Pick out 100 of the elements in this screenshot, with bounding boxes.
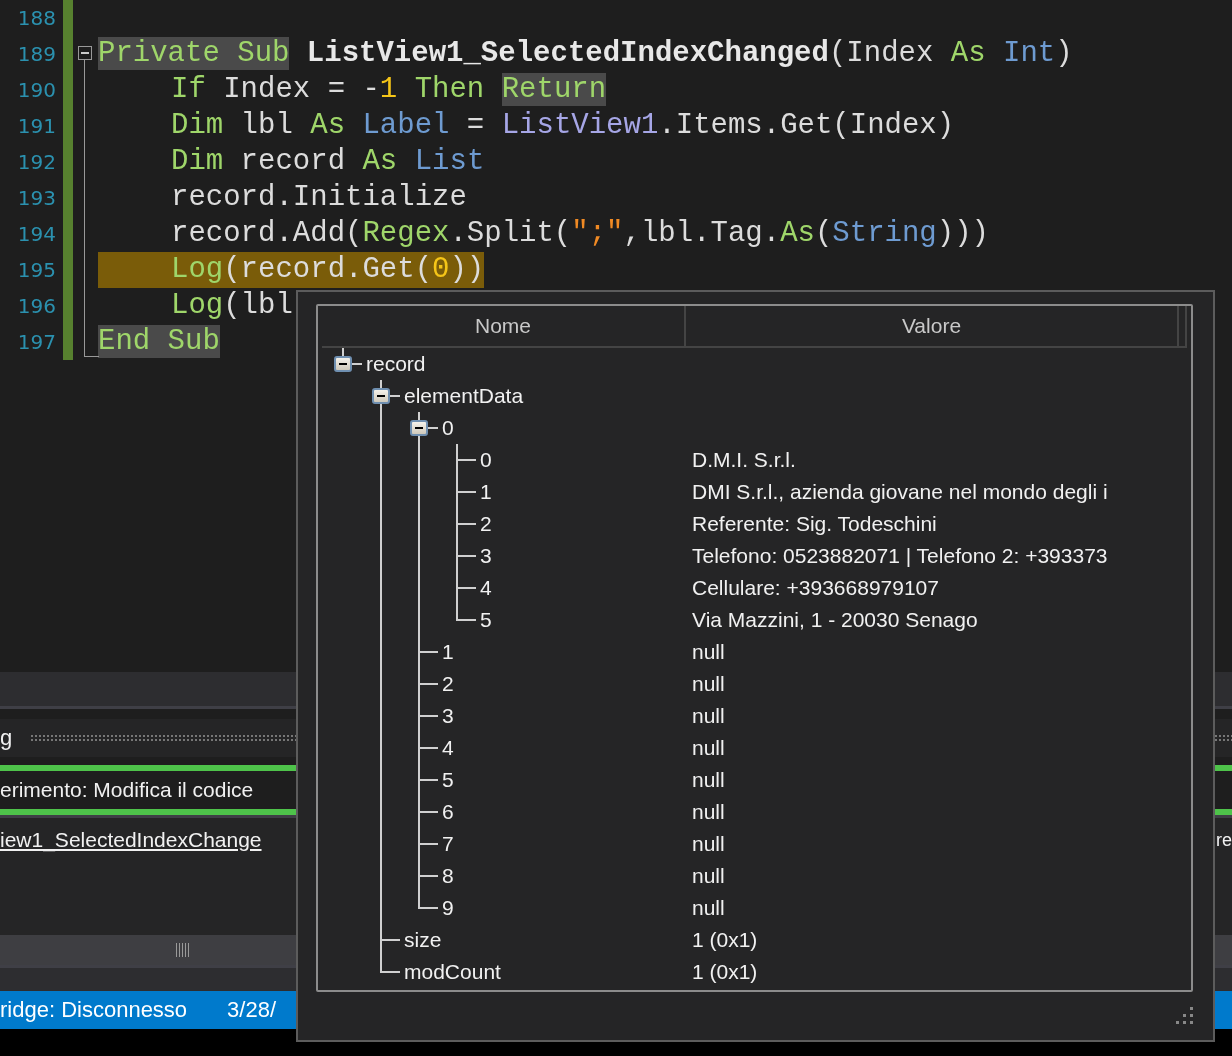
variable-value: null bbox=[692, 640, 725, 663]
variable-value: DMI S.r.l., azienda giovane nel mondo degli i bbox=[692, 480, 1108, 503]
code-token: List bbox=[413, 145, 485, 178]
variable-name: 0 bbox=[441, 415, 454, 441]
change-marker bbox=[63, 324, 73, 360]
code-token: (lbl bbox=[223, 289, 293, 322]
code-token: Log bbox=[171, 253, 224, 286]
variable-value: 1 (0x1) bbox=[692, 928, 758, 951]
collapse-icon[interactable] bbox=[78, 46, 92, 60]
variable-name: 4 bbox=[441, 735, 454, 761]
variable-value: null bbox=[692, 832, 725, 855]
code-token: = bbox=[465, 109, 486, 142]
code-token: record bbox=[239, 145, 347, 178]
line-number: 195 bbox=[16, 257, 56, 284]
code-token: ListView1_SelectedIndexChanged bbox=[305, 37, 829, 70]
resize-grip-icon[interactable] bbox=[1173, 1004, 1193, 1024]
code-token: Log bbox=[171, 289, 224, 322]
status-text: ridge: Disconnesso bbox=[0, 997, 188, 1023]
code-token: (Index bbox=[828, 37, 935, 70]
variable-value: null bbox=[692, 864, 725, 887]
variable-name: 0 bbox=[479, 447, 492, 473]
code-token: .Split( bbox=[449, 217, 572, 250]
code-token: Label bbox=[361, 109, 450, 142]
variable-name: 6 bbox=[441, 799, 454, 825]
code-token: As bbox=[950, 37, 986, 70]
code-token: Int bbox=[1001, 37, 1056, 70]
code-token: )) bbox=[449, 253, 485, 286]
variable-value: Cellulare: +393668979107 bbox=[692, 576, 939, 599]
change-marker bbox=[63, 0, 73, 36]
line-number: 196 bbox=[16, 293, 56, 320]
line-number: 189 bbox=[16, 41, 56, 68]
code-token: ListView1 bbox=[501, 109, 659, 142]
expand-toggle[interactable] bbox=[372, 388, 390, 404]
variable-name: 9 bbox=[441, 895, 454, 921]
status-date: 3/28/ bbox=[227, 997, 277, 1023]
variable-name: record bbox=[365, 351, 426, 377]
line-number: 188 bbox=[16, 5, 56, 32]
variable-name: 1 bbox=[479, 479, 492, 505]
line-number: 190 bbox=[16, 77, 56, 104]
variable-name: 5 bbox=[441, 767, 454, 793]
variable-value: null bbox=[692, 704, 725, 727]
variable-name: size bbox=[403, 927, 442, 953]
code-token: ))) bbox=[936, 217, 989, 250]
variable-value: Telefono: 0523882071 | Telefono 2: +393373 bbox=[692, 544, 1108, 567]
variable-value: D.M.I. S.r.l. bbox=[692, 448, 796, 471]
panel-tab[interactable]: g bbox=[0, 725, 31, 751]
variable-value: null bbox=[692, 672, 725, 695]
code-token: 0 bbox=[432, 253, 450, 286]
variable-name: 7 bbox=[441, 831, 454, 857]
variable-name: 4 bbox=[479, 575, 492, 601]
method-link[interactable]: iew1_SelectedIndexChange bbox=[0, 828, 262, 852]
line-number: 192 bbox=[16, 149, 56, 176]
code-token: ) bbox=[1055, 37, 1073, 70]
variable-value: null bbox=[692, 800, 725, 823]
variable-value: null bbox=[692, 768, 725, 791]
code-token: ,lbl.Tag. bbox=[623, 217, 781, 250]
code-token: As bbox=[310, 109, 346, 142]
code-token: ( bbox=[814, 217, 833, 250]
column-header[interactable]: Nome bbox=[322, 306, 686, 346]
code-token: record.Add( bbox=[171, 217, 363, 250]
variable-name: 2 bbox=[479, 511, 492, 537]
code-token: Private Sub bbox=[98, 37, 290, 70]
code-token: Dim bbox=[171, 109, 224, 142]
expand-toggle[interactable] bbox=[334, 356, 352, 372]
variable-value: null bbox=[692, 736, 725, 759]
code-token: 1 bbox=[379, 73, 398, 106]
variable-name: 3 bbox=[441, 703, 454, 729]
code-token: As bbox=[362, 145, 398, 178]
variable-name: 5 bbox=[479, 607, 492, 633]
panel-text: re bbox=[1216, 829, 1232, 851]
code-token: Return bbox=[501, 73, 607, 106]
code-token: lbl bbox=[239, 109, 294, 142]
line-number: 193 bbox=[16, 185, 56, 212]
variable-value: null bbox=[692, 896, 725, 919]
variable-name: elementData bbox=[403, 383, 524, 409]
code-token: Then bbox=[413, 73, 486, 106]
code-token: If bbox=[171, 73, 206, 106]
code-token: String bbox=[832, 217, 937, 250]
variable-value: 1 (0x1) bbox=[692, 960, 758, 983]
code-token: As bbox=[780, 217, 815, 250]
code-token: record.Initialize bbox=[171, 181, 467, 214]
code-token: End Sub bbox=[98, 325, 220, 358]
variable-name: 2 bbox=[441, 671, 454, 697]
code-token: (record.Get( bbox=[223, 253, 433, 286]
variable-value: Via Mazzini, 1 - 20030 Senago bbox=[692, 608, 978, 631]
variable-name: 3 bbox=[479, 543, 492, 569]
variable-value: Referente: Sig. Todeschini bbox=[692, 512, 937, 535]
column-header[interactable]: Valore bbox=[686, 306, 1179, 346]
expand-toggle[interactable] bbox=[410, 420, 428, 436]
line-number: 194 bbox=[16, 221, 56, 248]
variable-name: modCount bbox=[403, 959, 501, 985]
code-token: Regex bbox=[362, 217, 450, 250]
scrollbar-grip-icon[interactable] bbox=[176, 943, 189, 957]
variable-name: 1 bbox=[441, 639, 454, 665]
code-token: Index = - bbox=[222, 73, 380, 106]
line-number: 197 bbox=[16, 329, 56, 356]
variable-name: 8 bbox=[441, 863, 454, 889]
hint-text: erimento: Modifica il codice bbox=[0, 778, 254, 802]
code-token: .Items.Get(Index) bbox=[658, 109, 955, 142]
code-token: ";" bbox=[571, 217, 624, 250]
